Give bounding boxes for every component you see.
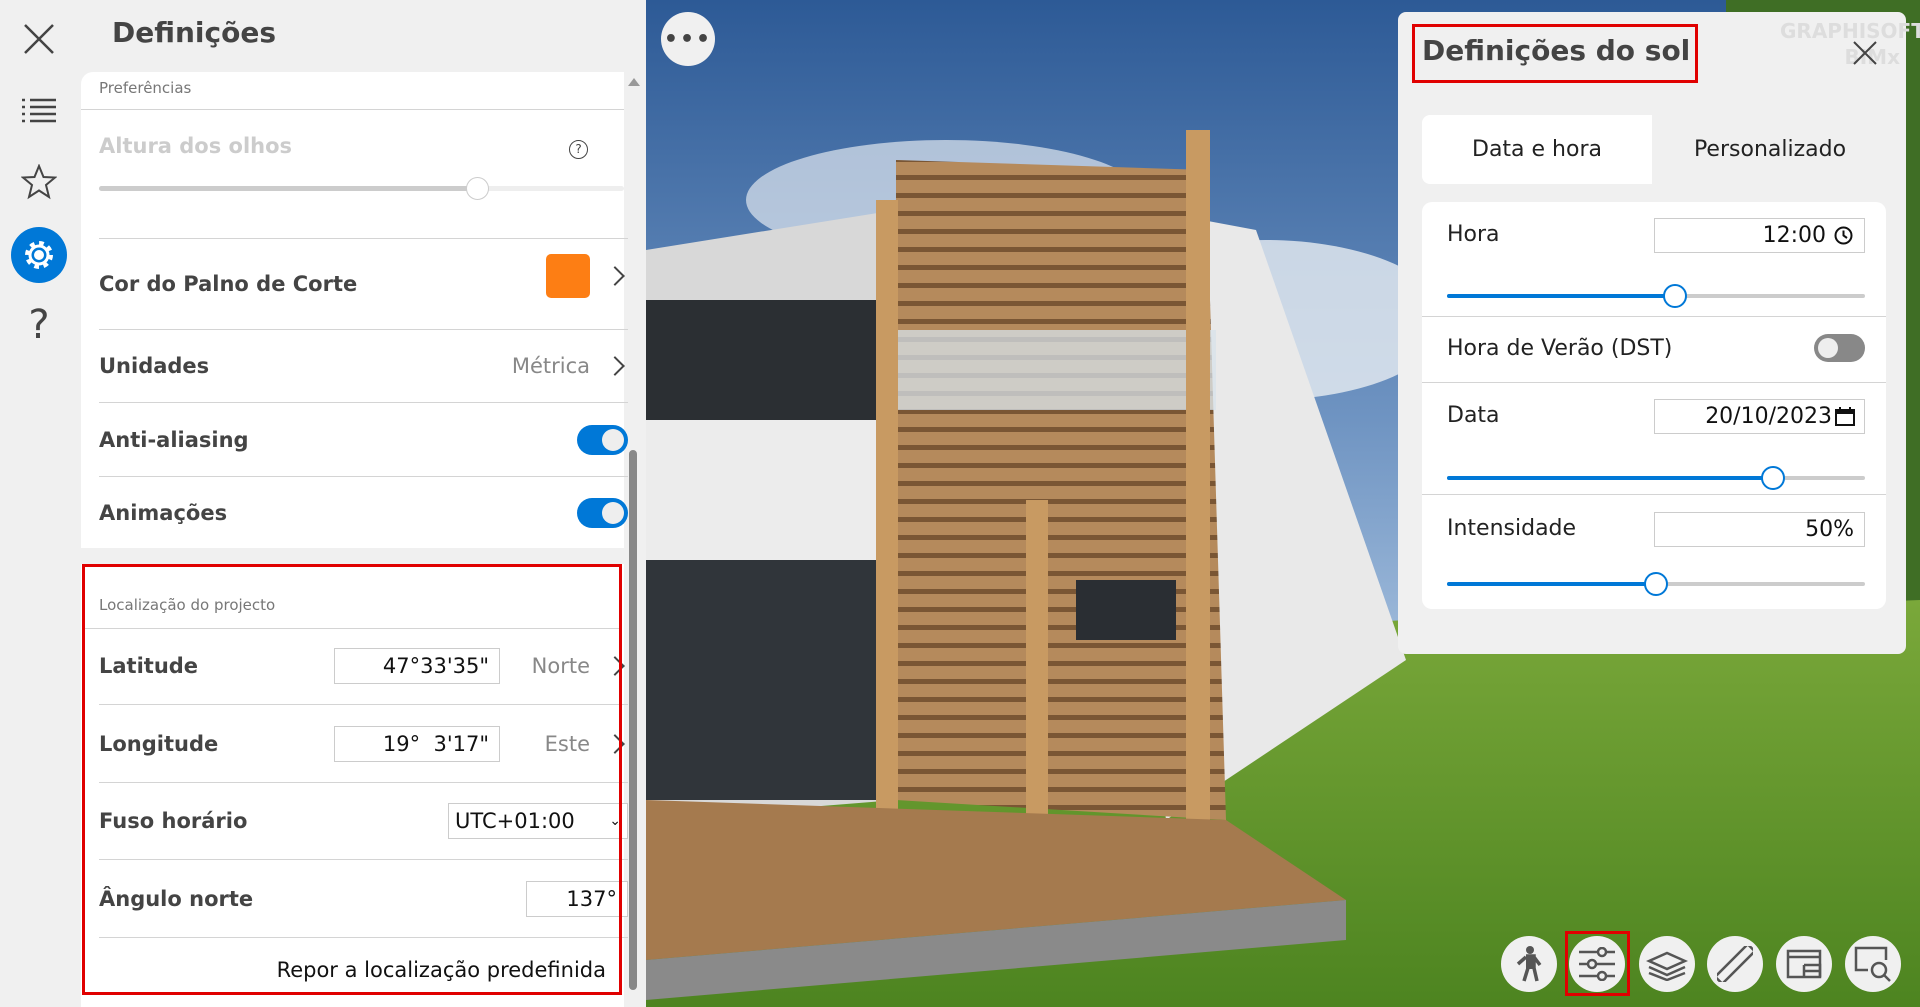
scrollbar-thumb[interactable]	[629, 450, 637, 990]
date-input[interactable]: 20/10/2023	[1654, 399, 1865, 434]
ruler-icon	[1717, 946, 1753, 982]
calendar-icon[interactable]	[1835, 407, 1855, 430]
close-icon[interactable]	[1852, 40, 1878, 70]
eye-height-slider[interactable]	[99, 177, 624, 200]
antialiasing-row: Anti-aliasing	[99, 403, 628, 477]
animations-label: Animações	[99, 500, 228, 525]
tab-custom[interactable]: Personalizado	[1652, 115, 1888, 184]
intensity-input[interactable]: 50%	[1654, 512, 1865, 547]
date-label: Data	[1447, 403, 1500, 428]
more-options-button[interactable]: •••	[661, 12, 715, 66]
page-title: Definições	[112, 16, 277, 49]
units-label: Unidades	[99, 354, 210, 378]
antialiasing-toggle[interactable]	[577, 424, 628, 455]
units-value: Métrica	[511, 354, 590, 378]
date-slider[interactable]	[1447, 466, 1865, 490]
split-view-button[interactable]	[1776, 936, 1832, 992]
walk-icon	[1516, 946, 1542, 982]
units-row[interactable]: Unidades Métrica	[99, 330, 628, 403]
color-swatch[interactable]	[546, 254, 590, 298]
measure-button[interactable]	[1707, 936, 1763, 992]
hour-label: Hora	[1447, 222, 1500, 247]
hour-slider[interactable]	[1447, 284, 1865, 308]
scrollbar[interactable]	[627, 72, 641, 1007]
tab-date-time[interactable]: Data e hora	[1422, 115, 1652, 184]
split-view-icon	[1786, 949, 1822, 979]
cut-plane-label: Cor do Palno de Corte	[99, 272, 358, 296]
settings-panel: ? Definições Preferências Altura dos olh…	[0, 0, 646, 1007]
scroll-up-icon[interactable]	[628, 78, 640, 86]
hour-value: 12:00	[1762, 223, 1826, 248]
section-header: Preferências	[99, 79, 192, 97]
eye-height-label: Altura dos olhos	[99, 134, 293, 158]
chevron-right-icon	[605, 356, 625, 376]
search-icon	[1854, 946, 1891, 982]
date-value: 20/10/2023	[1705, 404, 1832, 429]
dst-label: Hora de Verão (DST)	[1447, 336, 1673, 361]
close-icon[interactable]	[14, 14, 64, 64]
sun-settings-panel: GRAPHISOFT BIMx Definições do sol Data e…	[1398, 12, 1920, 654]
intensity-slider[interactable]	[1447, 572, 1865, 596]
highlight-box	[1412, 24, 1698, 83]
star-icon[interactable]	[14, 157, 64, 207]
list-icon[interactable]	[14, 86, 64, 136]
layers-button[interactable]	[1639, 936, 1695, 992]
antialiasing-label: Anti-aliasing	[99, 427, 249, 452]
help-icon[interactable]: ?	[569, 140, 588, 159]
zoom-search-button[interactable]	[1845, 936, 1901, 992]
animations-row: Animações	[99, 477, 628, 548]
clock-icon[interactable]	[1834, 226, 1853, 249]
help-icon[interactable]: ?	[14, 300, 64, 350]
cut-plane-color-row[interactable]: Cor do Palno de Corte	[99, 238, 628, 330]
dst-toggle[interactable]	[1814, 334, 1865, 362]
gear-icon[interactable]	[11, 227, 67, 283]
highlight-box	[1565, 931, 1630, 996]
layers-icon	[1646, 951, 1688, 981]
walk-mode-button[interactable]	[1501, 936, 1557, 992]
animations-toggle[interactable]	[577, 497, 628, 528]
bimx-watermark: GRAPHISOFT BIMx	[1780, 19, 1920, 69]
intensity-label: Intensidade	[1447, 516, 1577, 541]
highlight-box	[82, 564, 622, 995]
chevron-right-icon	[605, 266, 625, 286]
